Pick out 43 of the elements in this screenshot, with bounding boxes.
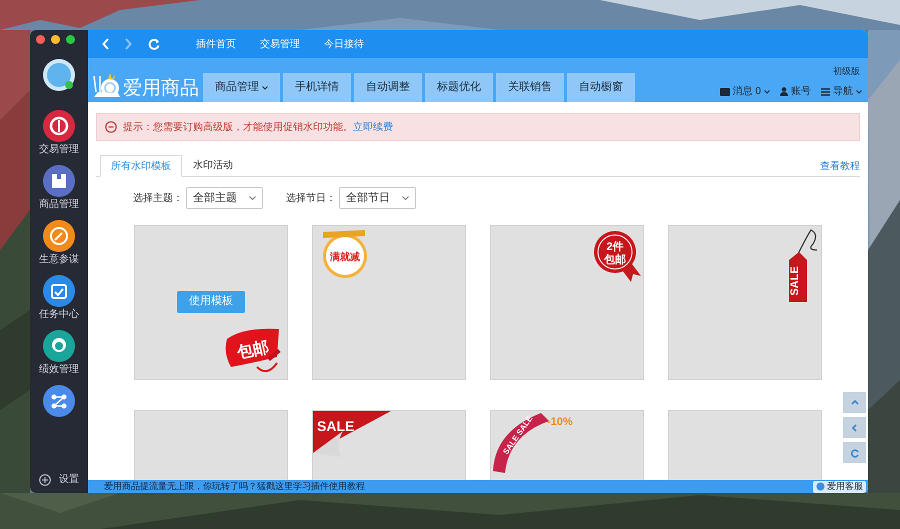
sidebar-label[interactable]: 商品管理: [39, 200, 79, 210]
sticker-text: 包邮: [236, 338, 271, 362]
edition-label: 初级版: [833, 65, 860, 78]
top-nav-link[interactable]: 今日接待: [324, 36, 364, 52]
template-card[interactable]: SALE: [668, 225, 822, 380]
content-tab[interactable]: 水印活动: [182, 154, 244, 176]
filter-label: 选择节日：: [286, 192, 336, 206]
template-card[interactable]: 满就减: [312, 225, 466, 380]
sticker-text: -10%: [547, 416, 573, 428]
sidebar-label[interactable]: 任务中心: [39, 310, 79, 320]
sticker-text: SALE: [789, 266, 801, 296]
filter-dropdown[interactable]: 全部节日: [339, 187, 416, 209]
sidebar-label[interactable]: 生意参谋: [39, 255, 79, 265]
header-link[interactable]: 导航: [821, 84, 862, 99]
renew-link[interactable]: 立即续费: [353, 122, 393, 132]
template-card[interactable]: 2件包邮: [490, 225, 644, 380]
alert-message: 提示：您需要订购高级版，才能使用促销水印功能。立即续费: [123, 120, 393, 134]
nav-tab[interactable]: 手机详情: [283, 73, 351, 102]
sticker-text: 2件: [606, 241, 624, 253]
customer-service-button[interactable]: 爱用客服: [813, 480, 866, 492]
content-tab[interactable]: 所有水印模板: [100, 155, 182, 177]
app-logo-text: 爱用商品: [123, 79, 199, 98]
template-card[interactable]: 包邮 使用模板: [134, 225, 288, 380]
promo-link[interactable]: 爱用商品提流量无上限，你玩转了吗？猛戳这里学习插件使用教程: [104, 482, 365, 491]
filter-label: 选择主题：: [133, 192, 183, 206]
header-link[interactable]: 账号: [780, 84, 811, 99]
header-link[interactable]: 消息 0: [720, 84, 770, 99]
nav-tab[interactable]: 自动橱窗: [567, 73, 635, 102]
nav-tab[interactable]: 商品管理: [203, 73, 280, 102]
top-nav-link[interactable]: 交易管理: [260, 36, 300, 52]
sticker-text: SALE: [317, 418, 354, 434]
tutorial-link[interactable]: 查看教程: [820, 159, 860, 174]
filter-dropdown[interactable]: 全部主题: [186, 187, 263, 209]
sticker-text: 满就减: [330, 252, 360, 263]
nav-tab[interactable]: 标题优化: [425, 73, 493, 102]
sidebar-label[interactable]: 绩效管理: [39, 365, 79, 375]
nav-tab[interactable]: 关联销售: [496, 73, 564, 102]
top-nav-link[interactable]: 插件首页: [196, 36, 236, 52]
settings-link[interactable]: 设置: [59, 472, 79, 487]
sticker-text: 包邮: [604, 254, 626, 266]
nav-tab[interactable]: 自动调整: [354, 73, 422, 102]
template-card[interactable]: SALE: [312, 410, 466, 480]
sidebar-label[interactable]: 交易管理: [39, 145, 79, 155]
